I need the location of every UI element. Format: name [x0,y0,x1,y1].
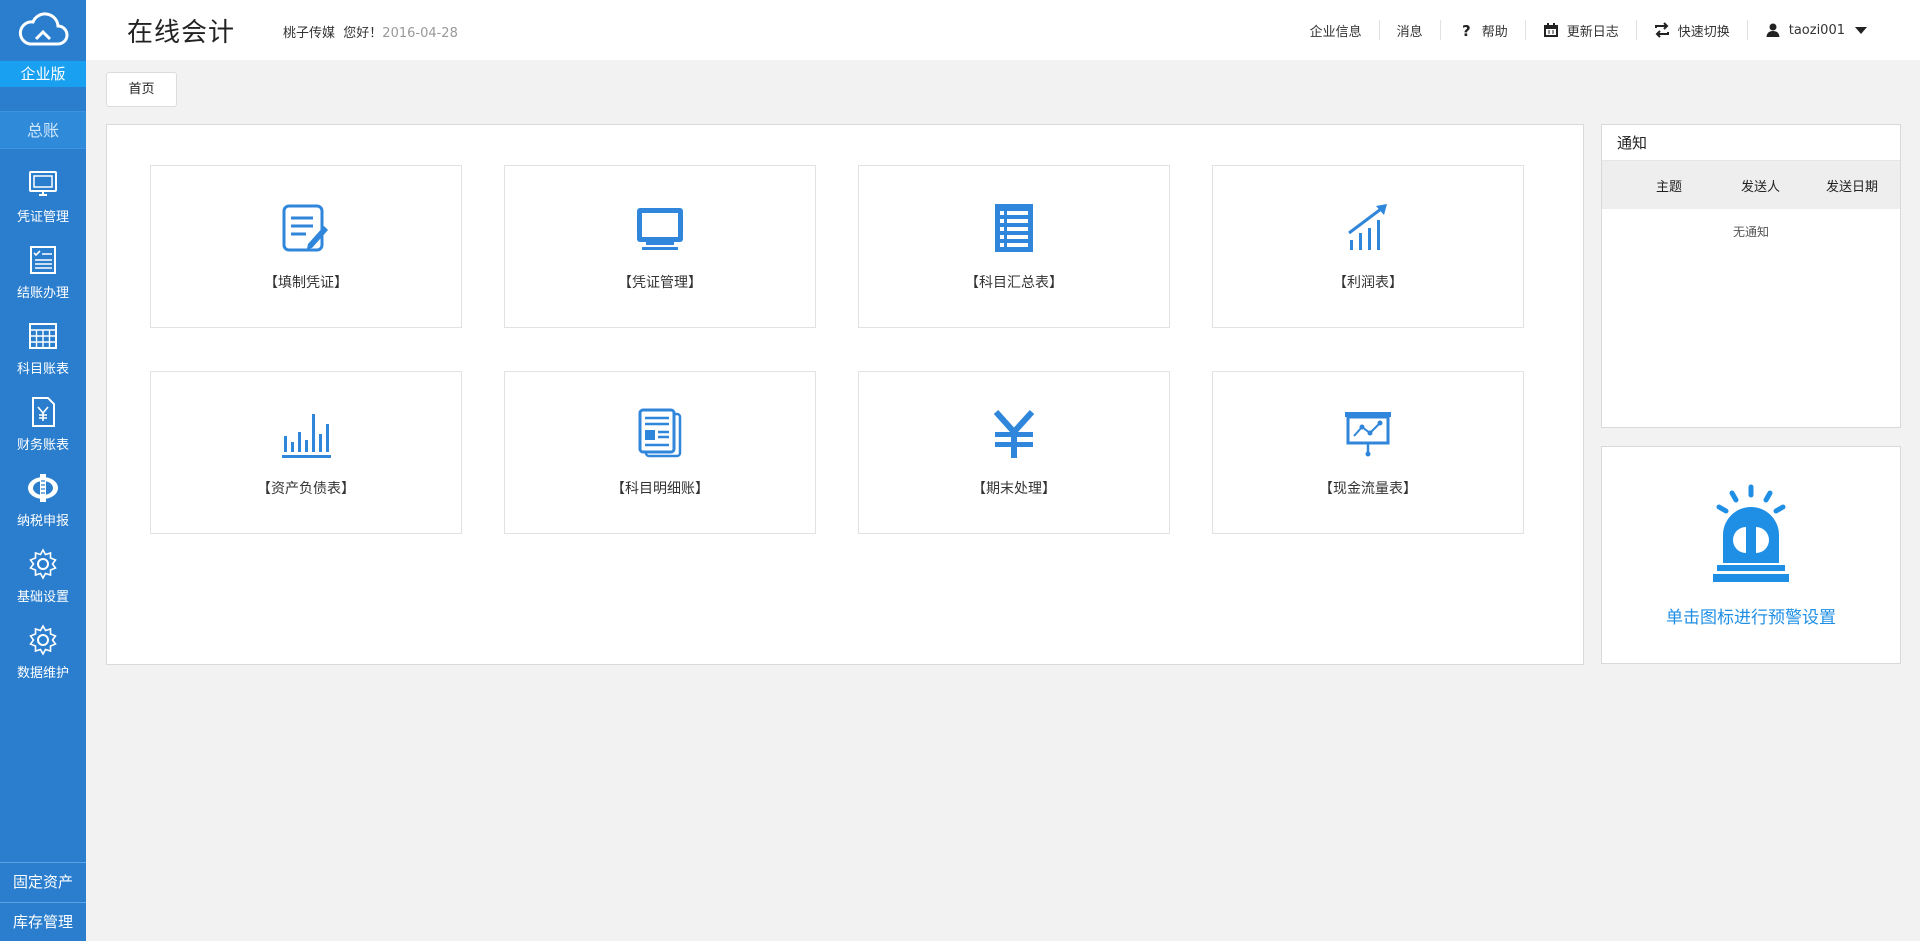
shortcut-panel: 【填制凭证】 【凭证管理】 【科目汇总表】 【利润表】 【资产负债表】 【科目明… [106,124,1584,665]
siren-icon[interactable] [1706,483,1796,593]
tile-label: 【期末处理】 [972,481,1056,497]
quick-switch-link[interactable]: 快速切换 [1635,20,1747,40]
company-name: 桃子传媒 [283,26,336,41]
tile-period-end[interactable]: 【期末处理】 [858,371,1170,534]
tile-label: 【现金流量表】 [1319,481,1417,497]
edit-document-icon [282,204,328,252]
notice-title: 通知 [1602,125,1900,161]
monitor-icon [29,171,57,196]
table-grid-icon [29,323,57,349]
edition-badge: 企业版 [0,61,86,87]
username: taozi001 [1788,22,1845,38]
changelog-link[interactable]: 更新日志 [1524,20,1636,40]
newspaper-icon [638,408,682,458]
top-header: 在线会计 桃子传媒 您好！2016-04-28 企业信息 消息 ? 帮助 更新日… [86,0,1920,60]
company-info-link[interactable]: 企业信息 [1293,20,1379,40]
changelog-label: 更新日志 [1566,24,1619,40]
sidebar-item-label: 财务账表 [16,438,69,453]
sidebar-item-label: 纳税申报 [16,514,69,529]
tab-home[interactable]: 首页 [106,72,177,107]
tile-label: 【凭证管理】 [618,275,702,291]
column-date[interactable]: 发送日期 [1826,176,1878,195]
help-link[interactable]: ? 帮助 [1439,20,1525,40]
notice-panel: 通知 主题 发送人 发送日期 无通知 [1601,124,1901,428]
messages-link[interactable]: 消息 [1378,20,1440,40]
tile-label: 【利润表】 [1333,275,1403,291]
tile-cash-flow[interactable]: 【现金流量表】 [1212,371,1524,534]
tile-income-statement[interactable]: 【利润表】 [1212,165,1524,328]
sidebar-item-voucher[interactable]: 凭证管理 [0,159,86,235]
svg-text:?: ? [1462,22,1471,38]
tax-emblem-icon [28,474,58,502]
question-icon: ? [1462,22,1471,38]
sidebar-item-label: 科目账表 [16,362,69,377]
tile-label: 【资产负债表】 [257,481,355,497]
monitor-icon [637,208,683,250]
checklist-icon [30,246,56,274]
switch-arrows-icon [1654,22,1669,38]
sidebar-item-account-tables[interactable]: 科目账表 [0,311,86,387]
tile-label: 【科目明细账】 [611,481,709,497]
sidebar-item-fixed-assets[interactable]: 固定资产 [0,862,86,900]
user-icon [1766,23,1780,37]
current-date: 2016-04-28 [382,26,458,41]
sidebar-item-inventory[interactable]: 库存管理 [0,902,86,940]
messages-label: 消息 [1396,24,1423,40]
column-subject[interactable]: 主题 [1656,176,1682,195]
ledger-section[interactable]: 总账 [0,111,86,149]
cloud-logo-icon[interactable] [0,0,86,60]
tile-balance-sheet[interactable]: 【资产负债表】 [150,371,462,534]
top-nav: 企业信息 消息 ? 帮助 更新日志 快速切换 taozi001 [1293,0,1884,60]
quick-switch-label: 快速切换 [1677,24,1730,40]
company-info-label: 企业信息 [1309,24,1362,40]
sidebar-item-label: 凭证管理 [16,210,69,225]
caret-down-icon [1855,26,1867,34]
sidebar-item-financial-tables[interactable]: 财务账表 [0,387,86,463]
gear-icon [29,624,57,656]
tile-label: 【填制凭证】 [264,275,348,291]
tile-account-detail[interactable]: 【科目明细账】 [504,371,816,534]
greeting-text: 您好！ [343,26,383,41]
column-sender[interactable]: 发送人 [1741,176,1780,195]
help-label: 帮助 [1481,24,1508,40]
tile-account-summary[interactable]: 【科目汇总表】 [858,165,1170,328]
list-document-icon [995,204,1033,252]
app-title: 在线会计 [127,18,236,48]
sidebar-item-label: 结账办理 [16,286,69,301]
alarm-setting-text[interactable]: 单击图标进行预警设置 [1602,603,1900,628]
sidebar-item-closing[interactable]: 结账办理 [0,235,86,311]
presentation-chart-icon [1345,412,1391,457]
sidebar-item-data-maintenance[interactable]: 数据维护 [0,615,86,691]
tile-fill-voucher[interactable]: 【填制凭证】 [150,165,462,328]
user-menu[interactable]: taozi001 [1746,20,1884,40]
bar-chart-icon [282,414,331,458]
sidebar-item-label: 数据维护 [16,666,69,681]
yen-document-icon [32,397,55,427]
tile-label: 【科目汇总表】 [965,275,1063,291]
notice-empty-message: 无通知 [1732,225,1769,239]
sidebar-nav: 凭证管理 结账办理 科目账表 财务账表 纳税申报 基础设置 数据维护 [0,159,86,691]
sidebar: 企业版 总账 凭证管理 结账办理 科目账表 财务账表 纳税申报 基础设置 数据维… [0,0,86,941]
sidebar-item-label: 基础设置 [16,590,69,605]
notice-table-header: 主题 发送人 发送日期 [1602,161,1900,209]
tile-voucher-management[interactable]: 【凭证管理】 [504,165,816,328]
gear-icon [29,548,57,580]
calendar-icon [1543,23,1558,37]
sidebar-item-basic-settings[interactable]: 基础设置 [0,539,86,615]
yen-icon [993,409,1035,458]
alarm-panel[interactable]: 单击图标进行预警设置 [1601,446,1901,664]
greeting: 桃子传媒 您好！2016-04-28 [283,22,458,41]
sidebar-item-tax[interactable]: 纳税申报 [0,463,86,539]
growth-chart-icon [1348,204,1387,250]
